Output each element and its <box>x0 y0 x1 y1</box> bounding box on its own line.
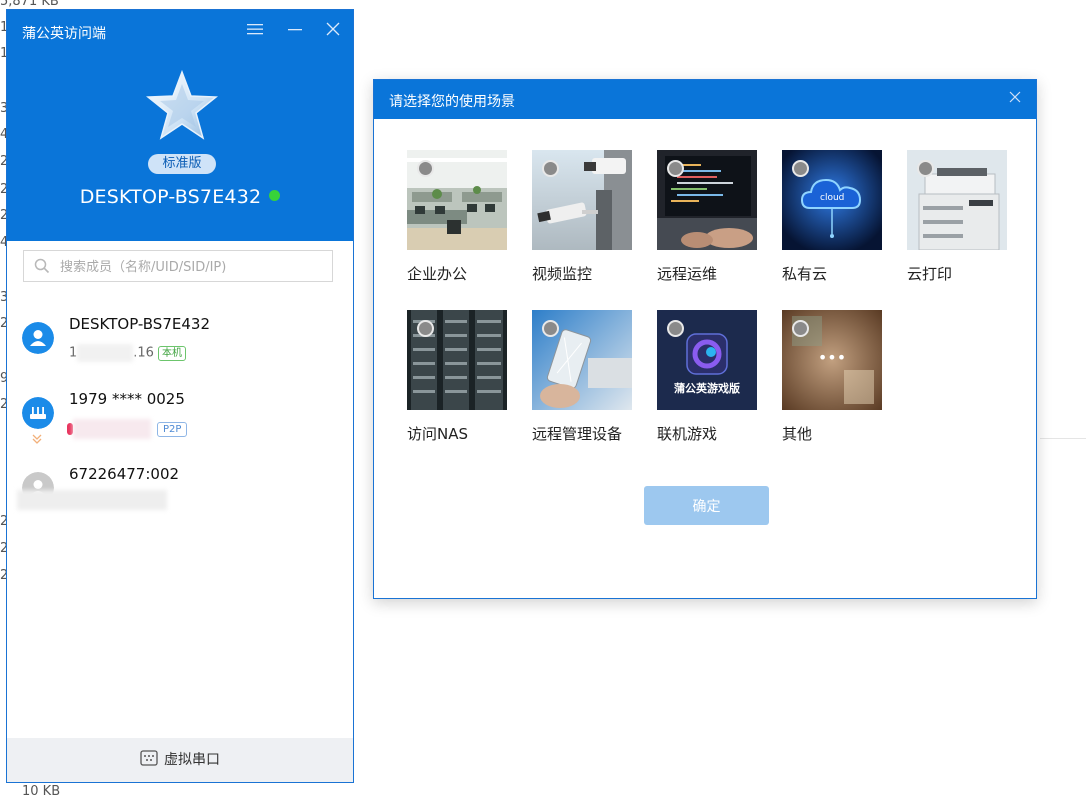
scene-radio[interactable] <box>667 160 684 177</box>
star-icon <box>146 70 218 140</box>
search-icon <box>34 258 50 274</box>
bg-file-size-bottom: 10 KB <box>22 784 61 799</box>
member-ip-prefix: 1 <box>69 345 78 361</box>
member-name: 67226477:002 <box>69 465 180 483</box>
user-avatar-icon <box>22 322 54 354</box>
close-icon[interactable] <box>1004 87 1026 109</box>
game-app-photo: 蒲公英游戏版 <box>657 310 757 410</box>
close-icon[interactable] <box>318 18 348 44</box>
search-box[interactable] <box>23 250 333 283</box>
online-status-icon <box>269 190 281 201</box>
cloud-photo: cloud <box>782 150 882 250</box>
edition-badge: 标准版 <box>148 154 216 174</box>
scene-option-cloud-print[interactable]: 云打印 <box>907 150 1007 284</box>
menu-icon[interactable] <box>240 18 270 44</box>
member-name: 1979 **** 0025 <box>69 390 185 408</box>
dialog-header: 请选择您的使用场景 <box>374 80 1036 119</box>
expand-chevron-icon[interactable] <box>31 433 43 445</box>
scene-radio[interactable] <box>792 320 809 337</box>
scene-option-private-cloud[interactable]: cloud 私有云 <box>782 150 882 284</box>
scene-radio[interactable] <box>542 160 559 177</box>
device-name: DESKTOP-BS7E432 <box>79 186 262 208</box>
member-ip <box>17 490 167 510</box>
app-header: 蒲公英访问端 标准版 DESKTOP-BS7E432 <box>7 10 353 241</box>
scene-option-online-game[interactable]: 蒲公英游戏版 联机游戏 <box>657 310 757 444</box>
redacted-ip <box>73 419 151 439</box>
scene-option-camera[interactable]: 视频监控 <box>532 150 632 284</box>
scene-label: 访问NAS <box>407 425 469 443</box>
camera-photo <box>532 150 632 250</box>
minimize-icon[interactable] <box>280 18 310 44</box>
cloud-photo-text: cloud <box>820 193 845 203</box>
scene-radio[interactable] <box>667 320 684 337</box>
printer-photo <box>907 150 1007 250</box>
search-input[interactable] <box>58 251 332 283</box>
scene-label: 企业办公 <box>407 265 468 283</box>
scene-label: 联机游戏 <box>657 425 718 443</box>
scene-label: 私有云 <box>782 265 828 283</box>
scene-option-other[interactable]: ••• 其他 <box>782 310 882 444</box>
scene-label: 远程管理设备 <box>532 425 623 443</box>
server-rack-photo <box>407 310 507 410</box>
scene-dialog: 请选择您的使用场景 企业办公 视频监控 远程运维 cloud 私有云 云打印 访… <box>373 79 1037 599</box>
member-item[interactable]: 1979 **** 0025 P2P <box>7 383 353 455</box>
scene-radio[interactable] <box>417 320 434 337</box>
more-photo: ••• <box>782 310 882 410</box>
scene-option-nas[interactable]: 访问NAS <box>407 310 507 444</box>
device-title: DESKTOP-BS7E432 <box>7 186 353 208</box>
app-title: 蒲公英访问端 <box>22 26 106 42</box>
game-photo-text: 蒲公英游戏版 <box>674 382 740 395</box>
member-ip: P2P <box>67 419 188 439</box>
scene-radio[interactable] <box>417 160 434 177</box>
redacted-ip <box>77 344 134 362</box>
scene-radio[interactable] <box>917 160 934 177</box>
local-tag: 本机 <box>157 345 186 361</box>
serial-port-icon <box>140 750 158 766</box>
redacted-ip <box>17 490 167 510</box>
member-name: DESKTOP-BS7E432 <box>69 315 210 333</box>
p2p-tag: P2P <box>157 421 188 437</box>
router-icon <box>22 397 54 429</box>
scene-label: 远程运维 <box>657 265 718 283</box>
virtual-serial-button[interactable]: 虚拟串口 <box>7 738 353 782</box>
laptop-code-photo <box>657 150 757 250</box>
member-item[interactable]: DESKTOP-BS7E432 1 .16 本机 <box>7 308 353 380</box>
scene-label: 视频监控 <box>532 265 593 283</box>
member-ip: 1 .16 本机 <box>69 344 186 362</box>
scene-label: 其他 <box>782 425 813 443</box>
dialog-title: 请选择您的使用场景 <box>389 94 515 110</box>
scene-option-remote-device[interactable]: 远程管理设备 <box>532 310 632 444</box>
member-item[interactable]: 67226477:002 <box>7 458 353 530</box>
bg-file-size-top: 5,871 KB <box>0 0 59 9</box>
app-window: 蒲公英访问端 标准版 DESKTOP-BS7E432 搜索成员（名称/UID/S… <box>6 9 354 783</box>
confirm-button[interactable]: 确定 <box>644 486 769 525</box>
bg-divider <box>1040 438 1086 439</box>
scene-option-office[interactable]: 企业办公 <box>407 150 507 284</box>
virtual-serial-label: 虚拟串口 <box>164 752 220 768</box>
scene-option-remote-ops[interactable]: 远程运维 <box>657 150 757 284</box>
member-ip-suffix: .16 <box>133 345 154 361</box>
office-photo <box>407 150 507 250</box>
scene-radio[interactable] <box>542 320 559 337</box>
scene-label: 云打印 <box>907 265 953 283</box>
phone-photo <box>532 310 632 410</box>
scene-radio[interactable] <box>792 160 809 177</box>
more-dots-icon: ••• <box>817 348 847 367</box>
